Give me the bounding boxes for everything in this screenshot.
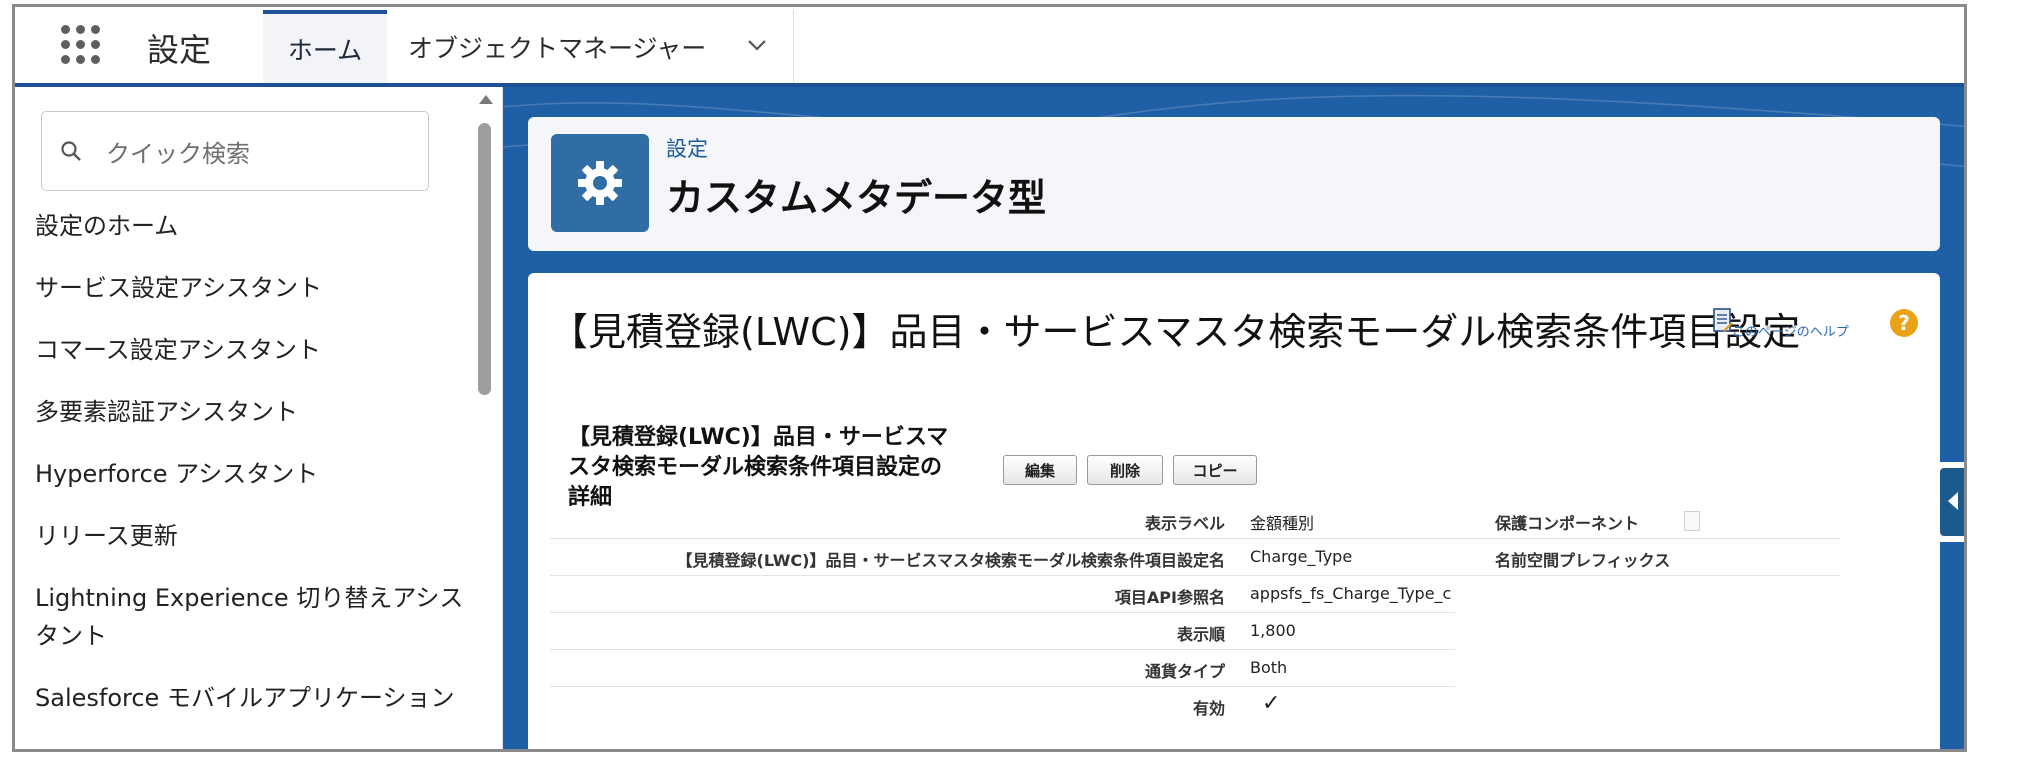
field-label: 名前空間プレフィックス <box>1495 551 1671 570</box>
field-label: 表示ラベル <box>1144 514 1225 533</box>
sidebar-item-release-updates[interactable]: リリース更新 <box>35 517 465 555</box>
collapse-panel-tab[interactable] <box>1934 462 1964 542</box>
field-row: 表示ラベル 金額種別 保護コンポーネント <box>550 501 1840 539</box>
sidebar-item-salesforce-mobile[interactable]: Salesforce モバイルアプリケーション <box>35 679 465 717</box>
sidebar-item-service-setup-assistant[interactable]: サービス設定アシスタント <box>35 269 465 307</box>
chevron-down-icon[interactable] <box>747 38 767 52</box>
page-title: カスタムメタデータ型 <box>666 176 1047 220</box>
protected-component-checkbox <box>1684 511 1700 531</box>
sidebar-item-hyperforce-assistant[interactable]: Hyperforce アシスタント <box>35 455 465 493</box>
field-label: 有効 <box>1192 699 1225 718</box>
quick-search-input[interactable]: クイック検索 <box>41 111 429 191</box>
field-value: 1,800 <box>1250 621 1296 640</box>
copy-button[interactable]: コピー <box>1173 455 1257 485</box>
detail-card: 【見積登録(LWC)】品目・サービスマスタ検索モーダル検索条件項目設定 このペー… <box>528 273 1940 749</box>
sidebar-nav-list: 設定のホーム サービス設定アシスタント コマース設定アシスタント 多要素認証アシ… <box>35 207 465 741</box>
app-launcher-icon[interactable] <box>59 23 103 67</box>
checkmark-icon: ✓ <box>1262 691 1281 716</box>
field-value: Charge_Type <box>1250 547 1353 566</box>
field-value: Both <box>1250 658 1288 677</box>
setup-sidebar: クイック検索 設定のホーム サービス設定アシスタント コマース設定アシスタント … <box>15 87 503 749</box>
field-row: 【見積登録(LWC)】品目・サービスマスタ検索モーダル検索条件項目設定名 Cha… <box>550 538 1840 576</box>
delete-button[interactable]: 削除 <box>1087 455 1163 485</box>
sidebar-item-commerce-setup-assistant[interactable]: コマース設定アシスタント <box>35 331 465 369</box>
sidebar-scrollbar[interactable] <box>475 87 495 749</box>
search-placeholder: クイック検索 <box>106 140 250 168</box>
field-label: 表示順 <box>1176 625 1225 644</box>
scrollbar-thumb[interactable] <box>478 123 491 395</box>
detail-section-title: 【見積登録(LWC)】品目・サービスマスタ検索モーダル検索条件項目設定の詳細 <box>568 425 949 510</box>
breadcrumb-setup[interactable]: 設定 <box>666 133 708 163</box>
field-label: 保護コンポーネント <box>1495 514 1640 533</box>
field-value: appsfs_fs_Charge_Type_c <box>1250 584 1452 603</box>
field-value: 金額種別 <box>1250 514 1315 533</box>
sidebar-item-setup-home[interactable]: 設定のホーム <box>35 207 465 245</box>
help-doc-icon <box>1713 308 1733 332</box>
sidebar-item-lightning-transition[interactable]: Lightning Experience 切り替えアシスタント <box>35 579 465 655</box>
field-label: 項目API参照名 <box>1114 588 1225 607</box>
page-header: 設定 カスタムメタデータ型 <box>528 117 1940 251</box>
search-icon <box>61 141 81 161</box>
edit-button[interactable]: 編集 <box>1003 455 1077 485</box>
field-row: 表示順 1,800 <box>550 612 1455 650</box>
top-navigation: 設定 ホーム オブジェクトマネージャー <box>15 7 1964 87</box>
help-icon[interactable]: ? <box>1890 309 1918 337</box>
field-label: 通貨タイプ <box>1144 662 1225 681</box>
app-name: 設定 <box>147 31 212 69</box>
arrow-left-icon[interactable] <box>1940 468 1964 536</box>
field-row: 有効 ✓ <box>550 686 1455 723</box>
app-window: 設定 ホーム オブジェクトマネージャー クイック検索 設定のホーム サービス設定… <box>12 4 1967 752</box>
scroll-up-icon[interactable] <box>479 95 493 104</box>
field-row: 通貨タイプ Both <box>550 649 1455 687</box>
tab-object-manager[interactable]: オブジェクトマネージャー <box>390 10 794 83</box>
field-label: 【見積登録(LWC)】品目・サービスマスタ検索モーダル検索条件項目設定名 <box>676 551 1226 570</box>
field-row: 項目API参照名 appsfs_fs_Charge_Type_c <box>550 575 1455 613</box>
main-content: 設定 カスタムメタデータ型 【見積登録(LWC)】品目・サービスマスタ検索モーダ… <box>503 87 1964 749</box>
tab-object-manager-label: オブジェクトマネージャー <box>408 33 707 63</box>
record-title: 【見積登録(LWC)】品目・サービスマスタ検索モーダル検索条件項目設定 <box>550 310 1801 354</box>
sidebar-item-mfa-assistant[interactable]: 多要素認証アシスタント <box>35 393 465 431</box>
help-link-label: このページのヘルプ <box>1732 325 1849 340</box>
gear-icon <box>551 134 649 232</box>
tab-home[interactable]: ホーム <box>263 10 387 83</box>
help-link[interactable]: このページのヘルプ <box>1712 307 1872 347</box>
